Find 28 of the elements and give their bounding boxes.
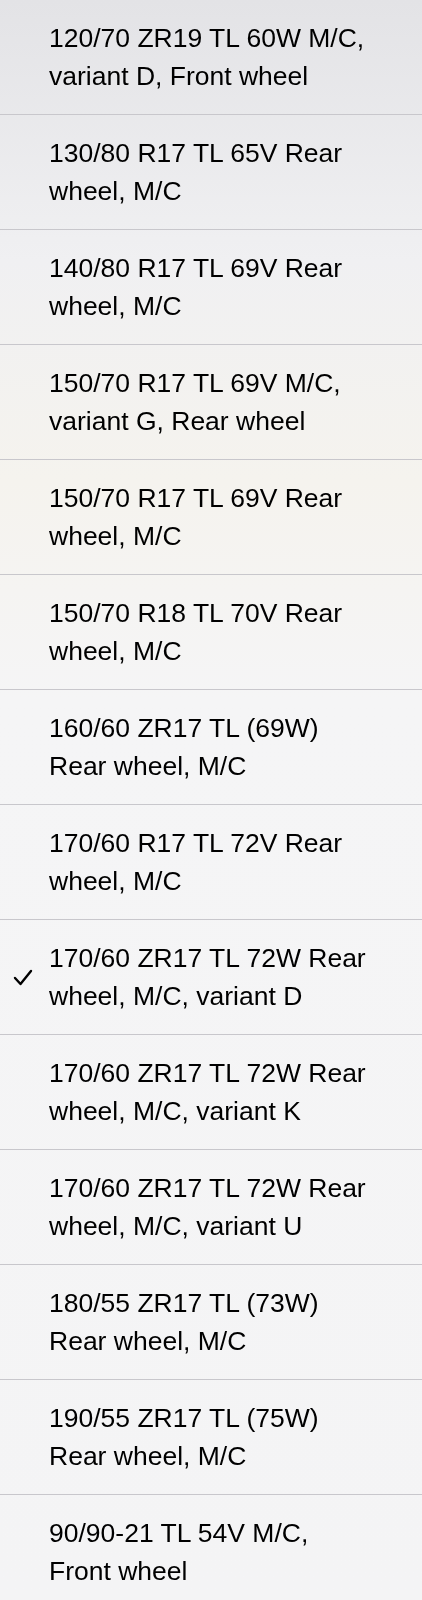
option-label: 160/60 ZR17 TL (69W) Rear wheel, M/C xyxy=(49,712,319,783)
option-label: 90/90-21 TL 54V M/C, Front wheel xyxy=(49,1517,309,1588)
option-label: 170/60 ZR17 TL 72W Rear wheel, M/C, variant U xyxy=(49,1172,366,1243)
option-label: 130/80 R17 TL 65V Rear wheel, M/C xyxy=(49,137,343,208)
option-row[interactable]: 150/70 R17 TL 69V M/C, variant G, Rear wheel xyxy=(0,345,422,460)
option-label: 180/55 ZR17 TL (73W) Rear wheel, M/C xyxy=(49,1287,319,1358)
option-row[interactable]: 140/80 R17 TL 69V Rear wheel, M/C xyxy=(0,230,422,345)
option-row[interactable]: 170/60 ZR17 TL 72W Rear wheel, M/C, variant U xyxy=(0,1150,422,1265)
option-label: 170/60 ZR17 TL 72W Rear wheel, M/C, variant K xyxy=(49,1057,366,1128)
option-label: 190/55 ZR17 TL (75W) Rear wheel, M/C xyxy=(49,1402,319,1473)
option-row[interactable]: 190/55 ZR17 TL (75W) Rear wheel, M/C xyxy=(0,1380,422,1495)
option-label: 170/60 R17 TL 72V Rear wheel, M/C xyxy=(49,827,343,898)
option-row[interactable]: 130/80 R17 TL 65V Rear wheel, M/C xyxy=(0,115,422,230)
option-label: 150/70 R17 TL 69V Rear wheel, M/C xyxy=(49,482,343,553)
option-label: 150/70 R17 TL 69V M/C, variant G, Rear wheel xyxy=(49,367,341,438)
option-row[interactable]: 180/55 ZR17 TL (73W) Rear wheel, M/C xyxy=(0,1265,422,1380)
option-label: 120/70 ZR19 TL 60W M/C, variant D, Front wheel xyxy=(49,22,365,93)
option-row[interactable]: 170/60 R17 TL 72V Rear wheel, M/C xyxy=(0,805,422,920)
option-row[interactable]: 120/70 ZR19 TL 60W M/C, variant D, Front wheel xyxy=(0,0,422,115)
option-label: 140/80 R17 TL 69V Rear wheel, M/C xyxy=(49,252,343,323)
option-row[interactable]: 150/70 R17 TL 69V Rear wheel, M/C xyxy=(0,460,422,575)
option-label: 150/70 R18 TL 70V Rear wheel, M/C xyxy=(49,597,343,668)
option-row[interactable]: 90/90-21 TL 54V M/C, Front wheel xyxy=(0,1495,422,1600)
option-row[interactable]: 160/60 ZR17 TL (69W) Rear wheel, M/C xyxy=(0,690,422,805)
option-row[interactable]: 170/60 ZR17 TL 72W Rear wheel, M/C, variant D xyxy=(0,920,422,1035)
option-label: 170/60 ZR17 TL 72W Rear wheel, M/C, variant D xyxy=(49,942,366,1013)
option-row[interactable]: 170/60 ZR17 TL 72W Rear wheel, M/C, variant K xyxy=(0,1035,422,1150)
option-row[interactable]: 150/70 R18 TL 70V Rear wheel, M/C xyxy=(0,575,422,690)
